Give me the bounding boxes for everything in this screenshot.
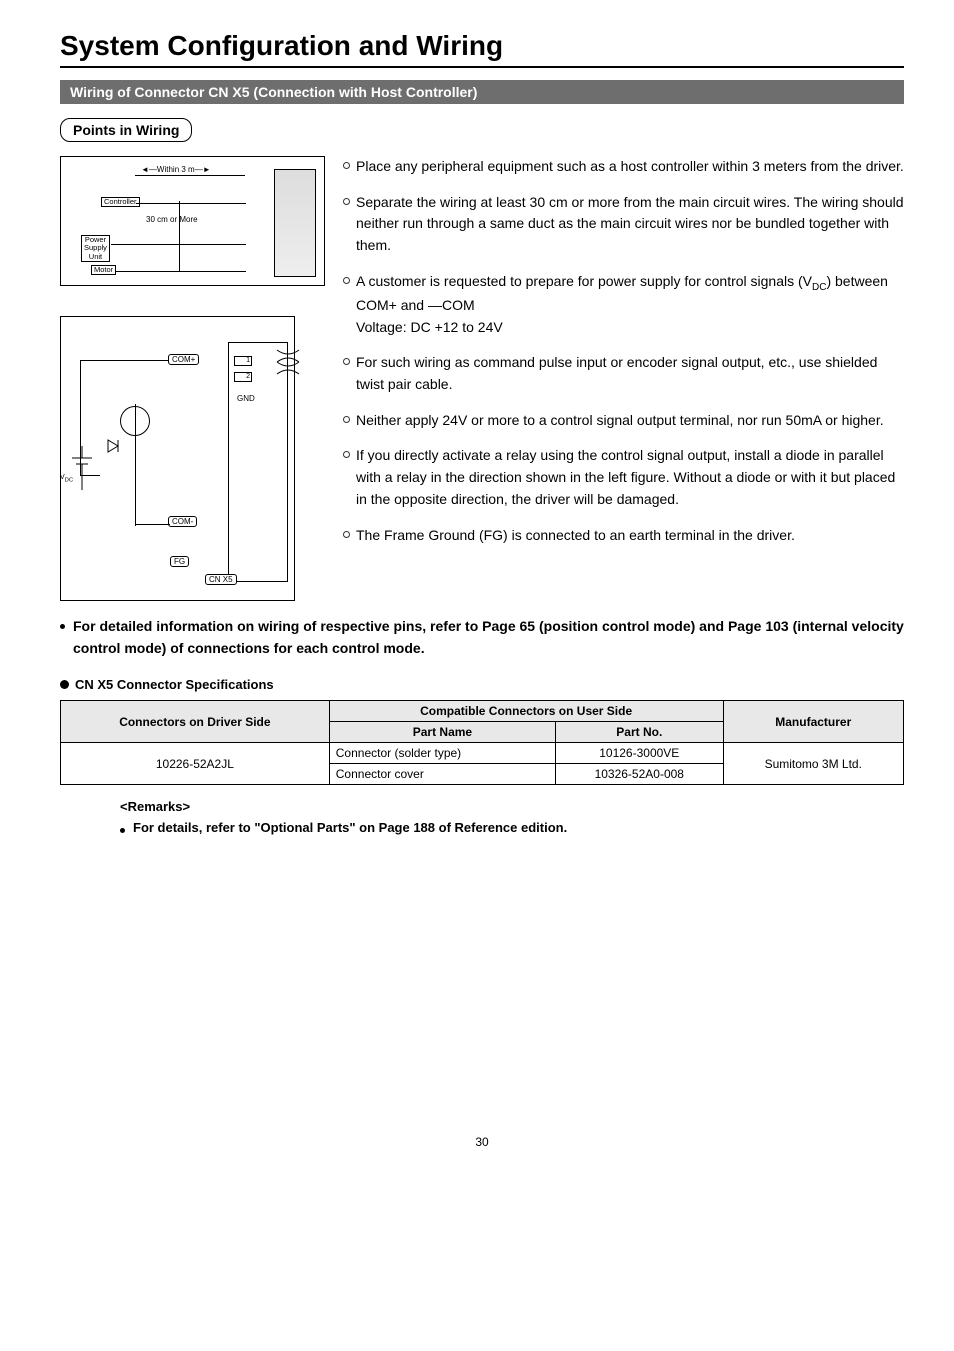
table-row: Connectors on Driver Side Compatible Con… bbox=[61, 701, 904, 722]
hollow-bullet-icon bbox=[343, 451, 350, 458]
page-title: System Configuration and Wiring bbox=[60, 30, 904, 62]
bullet-item: A customer is requested to prepare for p… bbox=[343, 271, 904, 339]
note-text: For detailed information on wiring of re… bbox=[73, 616, 904, 659]
note-line: For detailed information on wiring of re… bbox=[60, 616, 904, 659]
thirty-cm-label: 30 cm or More bbox=[146, 215, 198, 224]
page-number: 30 bbox=[60, 1135, 904, 1149]
controller-label: Controller bbox=[101, 197, 140, 207]
bullet-text: If you directly activate a relay using t… bbox=[356, 445, 904, 510]
vdc-label: VDC bbox=[60, 474, 73, 483]
th-driver: Connectors on Driver Side bbox=[61, 701, 330, 743]
hollow-bullet-icon bbox=[343, 162, 350, 169]
remarks-heading: <Remarks> bbox=[120, 799, 904, 814]
remarks-line: For details, refer to "Optional Parts" o… bbox=[120, 820, 904, 835]
com-minus-label: COM- bbox=[168, 516, 197, 527]
motor-label: Motor bbox=[91, 265, 116, 275]
bullet-item: Place any peripheral equipment such as a… bbox=[343, 156, 904, 178]
pin-2: 2 bbox=[234, 372, 252, 382]
sub-heading: Points in Wiring bbox=[60, 118, 192, 142]
th-manu: Manufacturer bbox=[723, 701, 903, 743]
bullet-text: A customer is requested to prepare for p… bbox=[356, 271, 904, 339]
hollow-bullet-icon bbox=[343, 416, 350, 423]
cnx5-label: CN X5 bbox=[205, 574, 237, 585]
th-partname: Part Name bbox=[329, 722, 555, 743]
diagram-column: ◄—Within 3 m—► Controller 30 cm or More … bbox=[60, 156, 325, 606]
hollow-bullet-icon bbox=[343, 277, 350, 284]
bullet-text: Neither apply 24V or more to a control s… bbox=[356, 410, 904, 432]
com-plus-label: COM+ bbox=[168, 354, 199, 365]
bullet-text: For such wiring as command pulse input o… bbox=[356, 352, 904, 395]
td-driver: 10226-52A2JL bbox=[61, 743, 330, 785]
fg-label: FG bbox=[170, 556, 189, 567]
spec-heading-text: CN X5 Connector Specifications bbox=[75, 677, 274, 692]
pin-1: 1 bbox=[234, 356, 252, 366]
title-underline bbox=[60, 66, 904, 68]
hollow-bullet-icon bbox=[343, 198, 350, 205]
hollow-bullet-icon bbox=[343, 531, 350, 538]
bullet-item: Neither apply 24V or more to a control s… bbox=[343, 410, 904, 432]
vdc-source-icon bbox=[68, 446, 96, 490]
bullet-item: For such wiring as command pulse input o… bbox=[343, 352, 904, 395]
filled-circle-icon bbox=[60, 680, 69, 689]
bullet-text: Separate the wiring at least 30 cm or mo… bbox=[356, 192, 904, 257]
filled-dot-icon bbox=[60, 624, 65, 629]
diode-icon bbox=[105, 439, 125, 456]
bullet-item: Separate the wiring at least 30 cm or mo… bbox=[343, 192, 904, 257]
within-label: ◄—Within 3 m—► bbox=[141, 165, 211, 174]
spec-heading: CN X5 Connector Specifications bbox=[60, 677, 904, 692]
th-compat: Compatible Connectors on User Side bbox=[329, 701, 723, 722]
th-partno: Part No. bbox=[556, 722, 723, 743]
gnd-label: GND bbox=[237, 394, 255, 403]
bullet-item: The Frame Ground (FG) is connected to an… bbox=[343, 525, 904, 547]
filled-dot-icon bbox=[120, 828, 125, 833]
bullet-text: The Frame Ground (FG) is connected to an… bbox=[356, 525, 904, 547]
td-partno: 10126-3000VE bbox=[556, 743, 723, 764]
bullet-item: If you directly activate a relay using t… bbox=[343, 445, 904, 510]
content-row: ◄—Within 3 m—► Controller 30 cm or More … bbox=[60, 156, 904, 606]
remarks-text: For details, refer to "Optional Parts" o… bbox=[133, 820, 567, 835]
td-partname: Connector (solder type) bbox=[329, 743, 555, 764]
bullets-column: Place any peripheral equipment such as a… bbox=[343, 156, 904, 606]
psu-label: Power Supply Unit bbox=[81, 235, 110, 262]
table-row: 10226-52A2JL Connector (solder type) 101… bbox=[61, 743, 904, 764]
diagram-top: ◄—Within 3 m—► Controller 30 cm or More … bbox=[60, 156, 325, 286]
spec-table: Connectors on Driver Side Compatible Con… bbox=[60, 700, 904, 785]
hollow-bullet-icon bbox=[343, 358, 350, 365]
twist-pair-icon bbox=[275, 346, 301, 383]
section-header-bar: Wiring of Connector CN X5 (Connection wi… bbox=[60, 80, 904, 104]
diagram-bottom: VDC COM+ COM- FG CN X5 GND 1 2 bbox=[60, 316, 325, 606]
td-partname: Connector cover bbox=[329, 764, 555, 785]
td-manu: Sumitomo 3M Ltd. bbox=[723, 743, 903, 785]
bullet-text: Place any peripheral equipment such as a… bbox=[356, 156, 904, 178]
driver-box-icon bbox=[274, 169, 316, 277]
td-partno: 10326-52A0-008 bbox=[556, 764, 723, 785]
